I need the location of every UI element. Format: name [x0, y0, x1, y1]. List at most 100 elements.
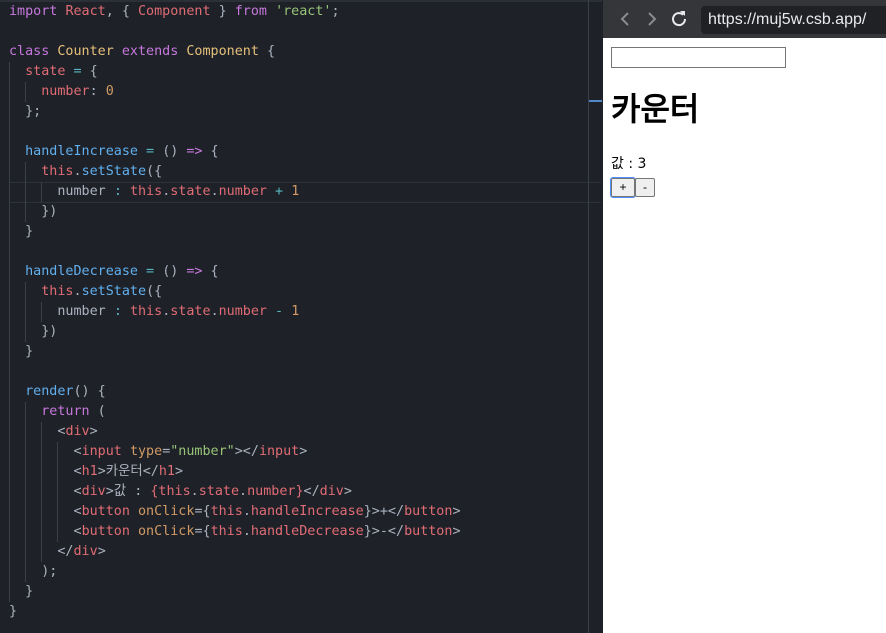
code-token: >값 :: [105, 484, 151, 499]
code-token: h1: [81, 464, 98, 479]
code-token: =>: [186, 144, 203, 159]
code-line[interactable]: import React, { Component } from 'react'…: [9, 2, 340, 22]
code-token: {: [202, 264, 219, 279]
code-token: this: [158, 484, 191, 499]
code-line[interactable]: this.setState({: [9, 282, 162, 302]
code-token: handleDecrease: [25, 264, 138, 279]
code-token: ={: [194, 524, 211, 539]
code-line[interactable]: }: [9, 582, 33, 602]
code-line[interactable]: </div>: [9, 542, 105, 562]
code-line[interactable]: };: [9, 102, 41, 122]
forward-icon[interactable]: [643, 9, 661, 29]
code-token: .: [210, 184, 219, 199]
code-line[interactable]: }: [9, 222, 33, 242]
code-token: >카운터</: [97, 464, 159, 479]
code-line[interactable]: number : this.state.number - 1: [9, 302, 299, 322]
code-token: .: [239, 484, 248, 499]
code-editor[interactable]: import React, { Component } from 'react'…: [0, 0, 602, 633]
code-line[interactable]: number: 0: [9, 82, 114, 102]
code-line[interactable]: <div>: [9, 422, 97, 442]
code-line[interactable]: this.setState({: [9, 162, 162, 182]
code-token: , {: [105, 4, 138, 19]
code-token: React: [65, 4, 106, 19]
code-token: :: [113, 304, 130, 319]
code-line[interactable]: <button onClick={this.handleDecrease}>-<…: [9, 522, 461, 542]
code-token: <: [9, 484, 82, 499]
code-line[interactable]: class Counter extends Component {: [9, 42, 275, 62]
back-icon[interactable]: [617, 9, 635, 29]
code-token: -: [267, 304, 292, 319]
code-token: ({: [146, 164, 163, 179]
code-token: <: [9, 424, 66, 439]
code-token: class: [9, 44, 58, 59]
code-token: extends: [121, 44, 187, 59]
code-token: render: [25, 384, 74, 399]
number-input[interactable]: [611, 47, 786, 68]
code-token: ></: [234, 444, 259, 459]
code-token: number: [9, 304, 114, 319]
code-token: <: [9, 444, 82, 459]
code-line[interactable]: handleIncrease = () => {: [9, 142, 219, 162]
code-token: }: [9, 604, 18, 619]
code-token: Counter: [57, 44, 122, 59]
code-token: </: [303, 484, 320, 499]
code-token: >: [452, 524, 461, 539]
code-token: {: [89, 64, 98, 79]
code-line[interactable]: );: [9, 562, 57, 582]
increase-button[interactable]: +: [610, 177, 636, 198]
code-token: this: [210, 524, 243, 539]
decrease-button[interactable]: -: [635, 178, 655, 197]
code-token: type: [129, 444, 163, 459]
code-line[interactable]: render() {: [9, 382, 106, 402]
code-line[interactable]: <button onClick={this.handleIncrease}>+<…: [9, 502, 460, 522]
code-line[interactable]: <input type="number"></input>: [9, 442, 307, 462]
code-token: div: [319, 484, 344, 499]
code-token: {: [258, 44, 276, 59]
code-token: 0: [105, 84, 114, 99]
code-token: ({: [146, 284, 163, 299]
code-token: }: [9, 344, 34, 359]
code-line[interactable]: <h1>카운터</h1>: [9, 462, 183, 482]
code-token: this: [129, 304, 163, 319]
code-token: 'react': [275, 4, 332, 19]
code-line[interactable]: }): [9, 322, 57, 342]
code-line[interactable]: <div>값 : {this.state.number}</div>: [9, 482, 352, 502]
code-token: number: [247, 484, 296, 499]
code-line[interactable]: }: [9, 602, 17, 622]
code-token: import: [9, 4, 66, 19]
code-token: onClick: [138, 504, 195, 519]
code-token: setState: [81, 164, 147, 179]
address-bar[interactable]: https://muj5w.csb.app/: [701, 6, 886, 34]
code-token: ;: [331, 4, 340, 19]
code-token: () {: [73, 384, 106, 399]
code-token: }: [295, 484, 304, 499]
code-token: Component: [138, 4, 211, 19]
code-token: }): [9, 324, 58, 339]
code-token: }: [210, 4, 235, 19]
code-line[interactable]: }): [9, 202, 57, 222]
code-line[interactable]: handleDecrease = () => {: [9, 262, 219, 282]
code-token: handleDecrease: [250, 524, 364, 539]
code-token: >: [343, 484, 352, 499]
code-token: button: [404, 504, 453, 519]
code-token: handleIncrease: [250, 504, 364, 519]
code-token: );: [9, 564, 58, 579]
code-token: input: [258, 444, 300, 459]
reload-icon[interactable]: [669, 9, 689, 29]
editor-preview-divider[interactable]: [588, 0, 589, 633]
browser-preview: https://muj5w.csb.app/ 카운터 값 : 3 + -: [603, 0, 886, 633]
code-line[interactable]: state = {: [9, 62, 98, 82]
code-line[interactable]: }: [9, 342, 33, 362]
code-token: input: [81, 444, 130, 459]
code-token: button: [404, 524, 453, 539]
code-line[interactable]: number : this.state.number + 1: [9, 182, 299, 202]
code-token: (: [89, 404, 106, 419]
code-line[interactable]: return (: [9, 402, 106, 422]
